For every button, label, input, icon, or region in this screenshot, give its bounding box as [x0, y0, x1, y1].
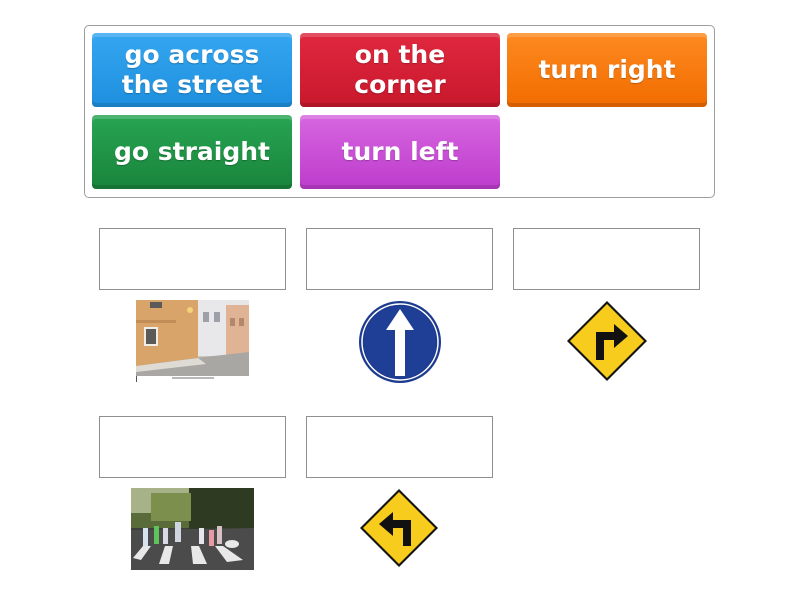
tile-label: on the corner [354, 40, 446, 99]
tile-label: the street [121, 70, 263, 99]
turn-right-sign [566, 300, 648, 382]
drop-box-1[interactable] [99, 228, 286, 290]
tile-label: turn right [538, 55, 676, 84]
drop-box-2[interactable] [306, 228, 493, 290]
tile-turn-right[interactable]: turn right [507, 33, 707, 107]
tile-label: go across [124, 40, 260, 69]
tile-go-straight[interactable]: go straight [92, 115, 292, 189]
tile-go-across-the-street[interactable]: go across the street [92, 33, 292, 107]
street-corner-photo [136, 300, 249, 382]
drop-box-5[interactable] [306, 416, 493, 478]
straight-arrow-sign [358, 300, 442, 384]
crosswalk-photo [131, 488, 254, 570]
drop-box-3[interactable] [513, 228, 700, 290]
tile-label: turn left [341, 137, 459, 166]
tile-label: go straight [113, 137, 271, 166]
drop-box-4[interactable] [99, 416, 286, 478]
tile-turn-left[interactable]: turn left [300, 115, 500, 189]
turn-left-sign [359, 488, 439, 568]
tile-on-the-corner[interactable]: on the corner [300, 33, 500, 107]
